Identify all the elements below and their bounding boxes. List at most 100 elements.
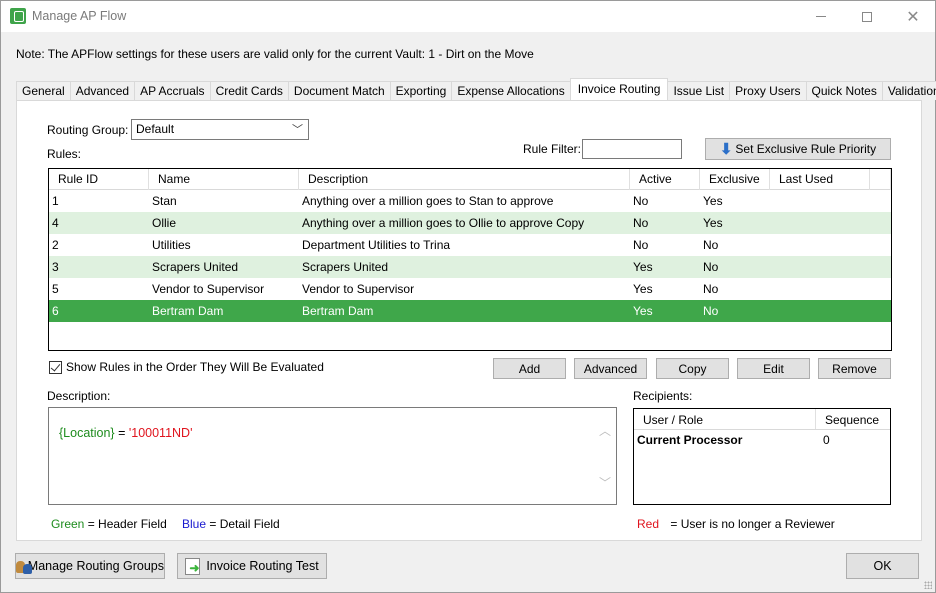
recipients-header: User / Role Sequence (634, 409, 890, 430)
advanced-rule-button[interactable]: Advanced (574, 358, 647, 379)
rule-last-used-cell (770, 234, 870, 256)
rule-id-cell: 3 (52, 260, 59, 274)
routing-group-value: Default (136, 122, 175, 136)
description-box[interactable]: {Location} = '100011ND' ︿ ﹀ (48, 407, 617, 505)
column-header-exclusive[interactable]: Exclusive (700, 169, 770, 190)
rule-exclusive-cell: No (703, 282, 719, 296)
rule-exclusive-cell: No (703, 238, 719, 252)
rule-last-used-cell (770, 278, 870, 300)
column-header-filler (870, 169, 891, 190)
tab-document-match[interactable]: Document Match (287, 81, 391, 100)
tab-quick-notes[interactable]: Quick Notes (805, 81, 883, 100)
ok-button[interactable]: OK (846, 553, 919, 579)
rule-id-cell: 4 (52, 216, 59, 230)
scroll-up-icon[interactable]: ︿ (599, 422, 611, 439)
rule-description-cell: Vendor to Supervisor (302, 282, 415, 296)
rule-active-cell: No (633, 194, 649, 208)
column-header-sequence[interactable]: Sequence (816, 409, 890, 429)
tab-advanced[interactable]: Advanced (69, 81, 136, 100)
description-expression: {Location} = '100011ND' (59, 426, 192, 440)
manage-routing-groups-button[interactable]: Manage Routing Groups (15, 553, 165, 579)
legend-blue: Blue = Detail Field (182, 517, 280, 531)
rule-name-cell: Stan (152, 194, 177, 208)
rule-filter-label: Rule Filter: (523, 142, 582, 156)
rules-grid: Rule ID Name Description Active Exclusiv… (48, 168, 892, 351)
rules-label: Rules: (47, 147, 82, 161)
users-group-icon (16, 559, 32, 574)
minimize-icon (816, 16, 826, 17)
show-order-checkbox[interactable] (49, 361, 62, 374)
legend-blue-text: = Detail Field (206, 517, 280, 531)
add-rule-button[interactable]: Add (493, 358, 566, 379)
rule-description-cell: Anything over a million goes to Stan to … (302, 194, 554, 208)
tab-validation[interactable]: Validation (881, 81, 936, 100)
set-exclusive-rule-priority-label: Set Exclusive Rule Priority (735, 142, 877, 156)
tab-strip: General Advanced AP Accruals Credit Card… (16, 78, 936, 100)
tab-invoice-routing[interactable]: Invoice Routing (569, 78, 669, 100)
title-bar: Manage AP Flow ✕ (1, 1, 935, 32)
tab-general[interactable]: General (16, 81, 71, 100)
maximize-icon (862, 11, 872, 22)
rule-name-cell: Bertram Dam (152, 304, 224, 318)
tab-credit-cards[interactable]: Credit Cards (209, 81, 289, 100)
column-header-user-role[interactable]: User / Role (634, 409, 816, 429)
manage-ap-flow-window: Manage AP Flow ✕ Note: The APFlow settin… (0, 0, 936, 593)
rules-grid-header: Rule ID Name Description Active Exclusiv… (49, 169, 891, 190)
tab-proxy-users[interactable]: Proxy Users (729, 81, 807, 100)
column-header-active[interactable]: Active (630, 169, 700, 190)
show-order-label[interactable]: Show Rules in the Order They Will Be Eva… (66, 360, 324, 374)
window-title: Manage AP Flow (32, 9, 127, 23)
close-button[interactable]: ✕ (890, 1, 936, 32)
scroll-down-icon[interactable]: ﹀ (599, 474, 611, 491)
tab-exporting[interactable]: Exporting (389, 81, 453, 100)
rule-id-cell: 1 (52, 194, 59, 208)
rule-last-used-cell (770, 300, 870, 322)
table-row[interactable]: 5 Vendor to Supervisor Vendor to Supervi… (49, 278, 891, 300)
legend-red-word: Red (637, 517, 660, 531)
rule-active-cell: No (633, 238, 649, 252)
rule-exclusive-cell: No (703, 260, 719, 274)
edit-rule-button[interactable]: Edit (737, 358, 810, 379)
tab-expense-allocations[interactable]: Expense Allocations (451, 81, 571, 100)
expression-operator: = (114, 426, 129, 440)
tab-ap-accruals[interactable]: AP Accruals (134, 81, 211, 100)
remove-rule-button[interactable]: Remove (818, 358, 891, 379)
legend-green-word: Green (51, 517, 85, 531)
minimize-button[interactable] (798, 1, 844, 32)
chevron-down-icon: ﹀ (292, 124, 303, 136)
tab-issue-list[interactable]: Issue List (667, 81, 731, 100)
rule-filter-input[interactable] (582, 139, 682, 159)
invoice-routing-test-button[interactable]: Invoice Routing Test (177, 553, 327, 579)
resize-grip[interactable] (924, 581, 932, 589)
table-row[interactable]: 1 Stan Anything over a million goes to S… (49, 190, 891, 212)
table-row[interactable]: 3 Scrapers United Scrapers United Yes No (49, 256, 891, 278)
expression-field: {Location} (59, 426, 115, 440)
copy-rule-button[interactable]: Copy (656, 358, 729, 379)
rule-last-used-cell (770, 256, 870, 278)
rule-id-cell: 2 (52, 238, 59, 252)
app-icon (10, 8, 26, 24)
rule-name-cell: Vendor to Supervisor (152, 282, 265, 296)
legend-blue-word: Blue (182, 517, 207, 531)
table-row-selected[interactable]: 6 Bertram Dam Bertram Dam Yes No (49, 300, 891, 322)
column-header-rule-id[interactable]: Rule ID (49, 169, 149, 190)
manage-routing-groups-label: Manage Routing Groups (27, 559, 164, 573)
column-header-name[interactable]: Name (149, 169, 299, 190)
rule-active-cell: Yes (633, 304, 653, 318)
table-row[interactable]: 2 Utilities Department Utilities to Trin… (49, 234, 891, 256)
recipients-grid: User / Role Sequence Current Processor 0 (633, 408, 891, 505)
table-row[interactable]: 4 Ollie Anything over a million goes to … (49, 212, 891, 234)
set-exclusive-rule-priority-button[interactable]: ⬇ Set Exclusive Rule Priority (705, 138, 891, 160)
legend-red-text: = User is no longer a Reviewer (667, 517, 835, 531)
recipients-label: Recipients: (633, 389, 693, 403)
routing-group-select[interactable]: Default ﹀ (131, 119, 309, 140)
column-header-description[interactable]: Description (299, 169, 630, 190)
sort-down-arrow-icon: ⬇ (719, 140, 733, 158)
close-icon: ✕ (906, 8, 920, 26)
recipient-user-cell: Current Processor (637, 433, 743, 447)
legend-green: Green = Header Field (51, 517, 167, 531)
invoice-routing-test-label: Invoice Routing Test (206, 559, 319, 573)
recipient-row[interactable]: Current Processor 0 (634, 430, 890, 450)
maximize-button[interactable] (844, 1, 890, 32)
column-header-last-used[interactable]: Last Used (770, 169, 870, 190)
